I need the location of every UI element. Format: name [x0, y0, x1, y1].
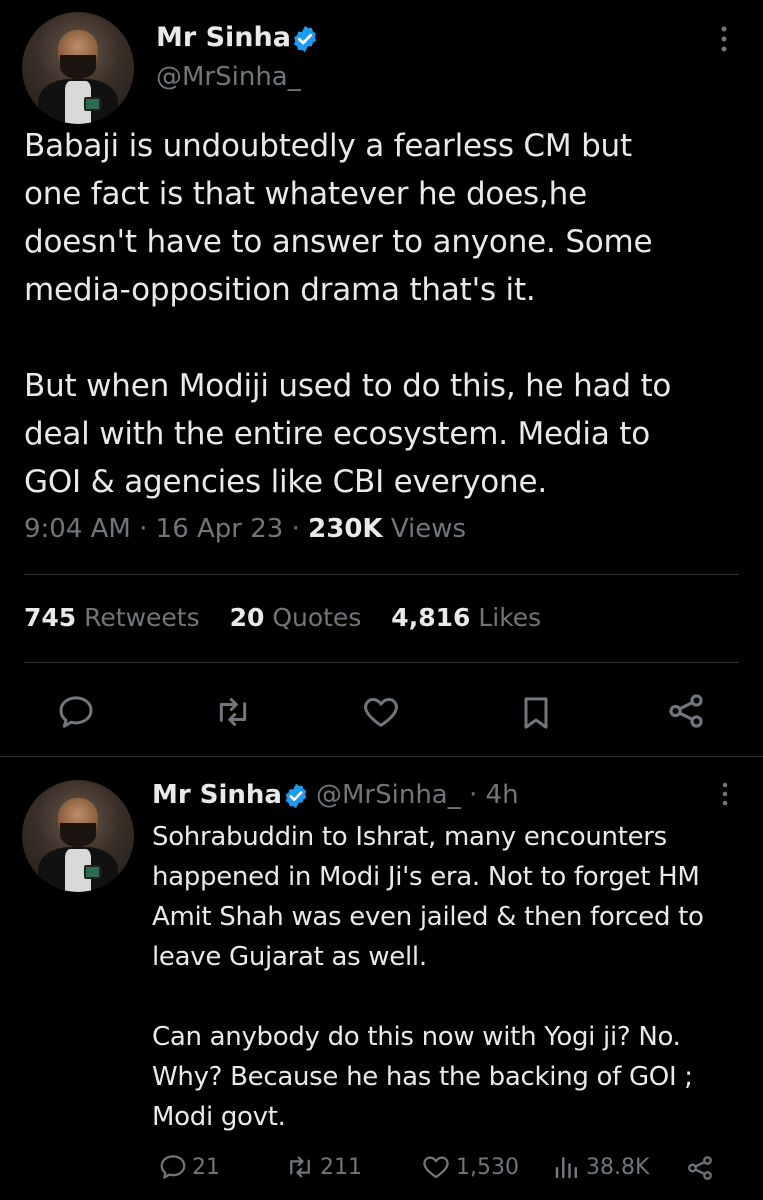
retweets-count: 745: [24, 603, 77, 632]
meta-separator: ·: [291, 514, 300, 544]
reply-handle[interactable]: @MrSinha_: [316, 780, 461, 810]
views-label: Views: [390, 514, 467, 544]
retweet-icon[interactable]: [212, 692, 254, 732]
author-handle[interactable]: @MrSinha_: [156, 62, 301, 92]
reply-reply-action[interactable]: 21: [158, 1152, 220, 1182]
reply-more-options-icon[interactable]: [716, 780, 734, 808]
author-avatar[interactable]: [22, 12, 134, 124]
reply-retweet-action[interactable]: 211: [284, 1152, 362, 1182]
divider: [0, 756, 763, 757]
reply-views-count: 38.8K: [586, 1154, 650, 1180]
quotes-label: Quotes: [272, 603, 362, 632]
reply-author-avatar[interactable]: [22, 780, 134, 892]
reply-replies-count: 21: [192, 1154, 220, 1180]
tweet-time[interactable]: 9:04 AM: [24, 514, 131, 544]
reply-retweets-count: 211: [320, 1154, 362, 1180]
tweet-date[interactable]: 16 Apr 23: [156, 514, 284, 544]
tweet-text: Babaji is undoubtedly a fearless CM but …: [24, 128, 672, 500]
more-options-icon[interactable]: [714, 24, 734, 54]
reply-icon[interactable]: [56, 692, 96, 732]
quotes-stat[interactable]: 20 Quotes: [230, 603, 362, 632]
reply-author-name[interactable]: Mr Sinha: [152, 780, 282, 810]
like-icon[interactable]: [360, 692, 402, 732]
verified-badge-icon: [294, 25, 316, 53]
retweets-stat[interactable]: 745 Retweets: [24, 603, 200, 632]
likes-label: Likes: [478, 603, 542, 632]
reply-author-handle: @MrSinha_ · 4h: [316, 780, 519, 810]
retweets-label: Retweets: [84, 603, 200, 632]
share-icon[interactable]: [664, 690, 708, 732]
reply-like-action[interactable]: 1,530: [420, 1152, 519, 1182]
views-icon: [555, 1157, 577, 1179]
author-name[interactable]: Mr Sinha: [156, 22, 291, 53]
reply-text: Sohrabuddin to Ishrat, many encounters h…: [152, 822, 704, 1132]
like-icon: [423, 1156, 449, 1179]
verified-badge-icon: [285, 783, 307, 809]
reply-age: · 4h: [469, 780, 519, 810]
retweet-icon: [290, 1156, 310, 1178]
reply-views-action[interactable]: 38.8K: [552, 1152, 649, 1182]
reply-likes-count: 1,530: [456, 1154, 519, 1180]
tweet-meta: 9:04 AM · 16 Apr 23 · 230K Views: [24, 514, 466, 544]
quotes-count: 20: [229, 603, 265, 632]
likes-stat[interactable]: 4,816 Likes: [391, 603, 541, 632]
reply-icon: [160, 1155, 186, 1179]
views-count: 230K: [308, 514, 383, 544]
likes-count: 4,816: [391, 603, 471, 632]
divider: [24, 662, 739, 663]
engagement-stats: 745 Retweets 20 Quotes 4,816 Likes: [24, 603, 563, 632]
reply-share-icon[interactable]: [684, 1153, 716, 1183]
bookmark-icon[interactable]: [516, 692, 556, 734]
divider: [24, 574, 739, 575]
meta-separator: ·: [139, 514, 148, 544]
